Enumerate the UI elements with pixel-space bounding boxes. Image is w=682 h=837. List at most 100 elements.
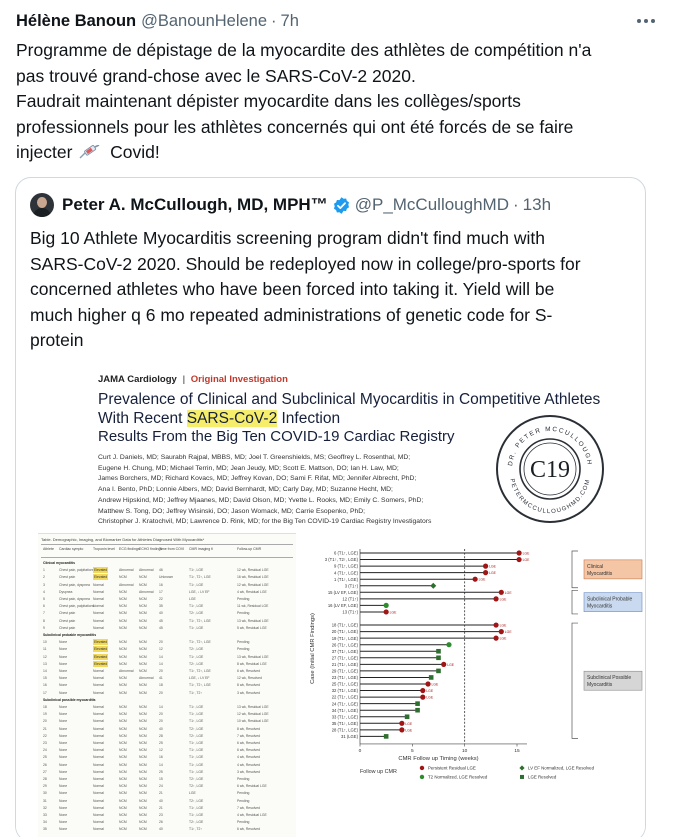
title-text: With Recent [98,410,187,427]
table-cell: Normal [93,669,104,673]
table-cell: Normal [93,712,104,717]
legend-title: Follow up CMR [360,769,397,775]
table-cell: T2↑, LGE [189,733,204,738]
table-cell: T1↑, T2↑, LGE [189,669,211,673]
case-tick-label: 3 (T1↑, T2↑, LGE) [325,557,359,562]
table-cell: NCM [119,647,127,652]
table-cell: Dyspnea [59,589,73,594]
table-cell: Elevated [93,639,109,646]
avatar[interactable] [30,193,54,217]
table-cell: NCM [119,762,127,767]
table-cell: None [59,748,68,753]
author-handle[interactable]: @BanounHelene [141,12,267,31]
table-cell: 15 [43,676,47,681]
quoted-author-handle[interactable]: @P_McCulloughMD [355,195,509,215]
table-cell: 7 wk, Resolved [237,733,260,738]
table-cell: T1↑, T2↑ [189,690,203,695]
tweet-line: pas trouvé grand-chose avec le SARS-CoV-… [16,65,416,86]
table-cell: Unknown [159,575,174,580]
case-point [483,563,489,569]
tweet-text: Programme de dépistage de la myocardite … [16,38,671,166]
table-cell: 45 [159,618,163,623]
case-tick-label: 19 (T1↑, LGE) [332,636,359,641]
table-row: 30 None Normal NCM NCM 21 LGE Pending [41,790,293,796]
table-cell: 22 [159,597,163,601]
table-cell: T1↑, T2↑, LGE [189,618,211,623]
table-cell: Normal [93,820,104,825]
author-line: Matthew S. Tong, DO; Jeffrey Wisinski, D… [98,507,366,515]
table-cell: Normal [93,618,104,623]
table-cell: 18 [159,683,163,688]
table-cell: NCM [119,618,127,623]
case-point [516,556,522,563]
table-header-cell: CMR imaging fi [189,547,213,551]
table-cell: None [59,741,68,745]
table-cell: NCM [119,827,127,832]
table-cell: 14 [159,762,163,767]
table-cell: NCM [139,647,147,652]
table-cell: None [59,798,68,803]
table-row: 19 None Normal NCM NCM 20 T1↑, LGE 12 wk, Resid… [41,711,293,717]
quoted-tweet-time[interactable]: 13h [523,195,551,215]
table-cell: Chest pain [59,611,76,616]
table-cell: Pending [237,597,250,601]
table-cell: Pending [237,820,250,825]
journal-name: JAMA Cardiology [98,374,177,385]
paper-subtitle: Results From the Big Ten COVID-19 Cardia… [98,428,455,445]
case-point [425,681,431,687]
legend-label: LGE Resolved [528,775,557,780]
syringe-icon [79,145,100,159]
table-cell: NCM [119,676,127,681]
table-cell: 15 [159,777,163,781]
quoted-author-name[interactable]: Peter A. McCullough, MD, MPH™ [62,195,328,215]
table-cell: Normal [93,769,104,774]
table-cell: None [59,805,68,810]
tweet-word: injecter [16,142,73,163]
attached-image[interactable]: JAMA Cardiology | Original Investigation… [16,360,645,837]
table-cell: Normal [93,748,104,753]
author-name[interactable]: Hélène Banoun [16,12,136,31]
table-cell: 18 [43,705,47,709]
case-point-tag: LGE [489,565,497,569]
table-cell: T2↑, LGE [189,661,204,666]
table-section-row: Subclinical probable myocarditis [41,632,293,638]
table-cell: 21 [43,726,47,731]
title-text: Infection [277,410,341,427]
table-cell: NCM [119,719,127,724]
table-cell: T1↑, LGE [189,755,204,760]
case-tick-label: 18 (T1↑, LGE) [332,623,359,628]
table-cell: 22 [43,733,47,738]
table-row: 11 None Elevated NCM NCM 12 T2↑, LGE Pending [41,646,293,653]
table-cell: 31 [43,798,47,803]
table-cell: None [59,719,68,724]
table-cell: NCM [119,741,127,745]
table-cell: NCM [139,597,147,601]
table-cell: NCM [139,748,147,753]
table-cell: 25 [43,755,47,760]
table-cell: NCM [139,654,147,659]
author-line: Andrew Hipskind, MD; Jeffrey Mjaanes, MD… [98,496,424,504]
table-cell: None [59,784,68,789]
table-cell: T1↑, LGE [189,582,204,587]
table-cell: NCM [139,741,147,745]
case-point-tag: LGE [489,571,497,575]
table-cell: 9 [43,625,45,630]
quoted-tweet-card[interactable]: Peter A. McCullough, MD, MPH™ @P_McCullo… [15,177,646,837]
tweet-time[interactable]: 7h [281,12,299,31]
table-cell: None [59,726,68,731]
table-cell: Pending [237,647,250,652]
table-cell: 14 [159,654,163,659]
tweet[interactable]: Hélène Banoun @BanounHelene · 7h Program… [0,0,682,837]
table-cell: NCM [119,683,127,688]
journal-header: JAMA Cardiology | Original Investigation [98,374,288,385]
table-cell: Elevated [93,653,109,660]
more-options-button[interactable] [634,12,658,30]
table-cell: 24 [43,748,47,753]
table-cell: 20 [159,690,163,695]
table-cell: None [59,712,68,717]
table-cell: T2↑, LGE [189,611,204,616]
table-section-label: Subclinical probable myocarditis [43,633,97,637]
table-cell: 25 [159,741,163,745]
table-cell: 23 [159,813,163,817]
table-cell: T1↑, LGE [189,568,204,573]
